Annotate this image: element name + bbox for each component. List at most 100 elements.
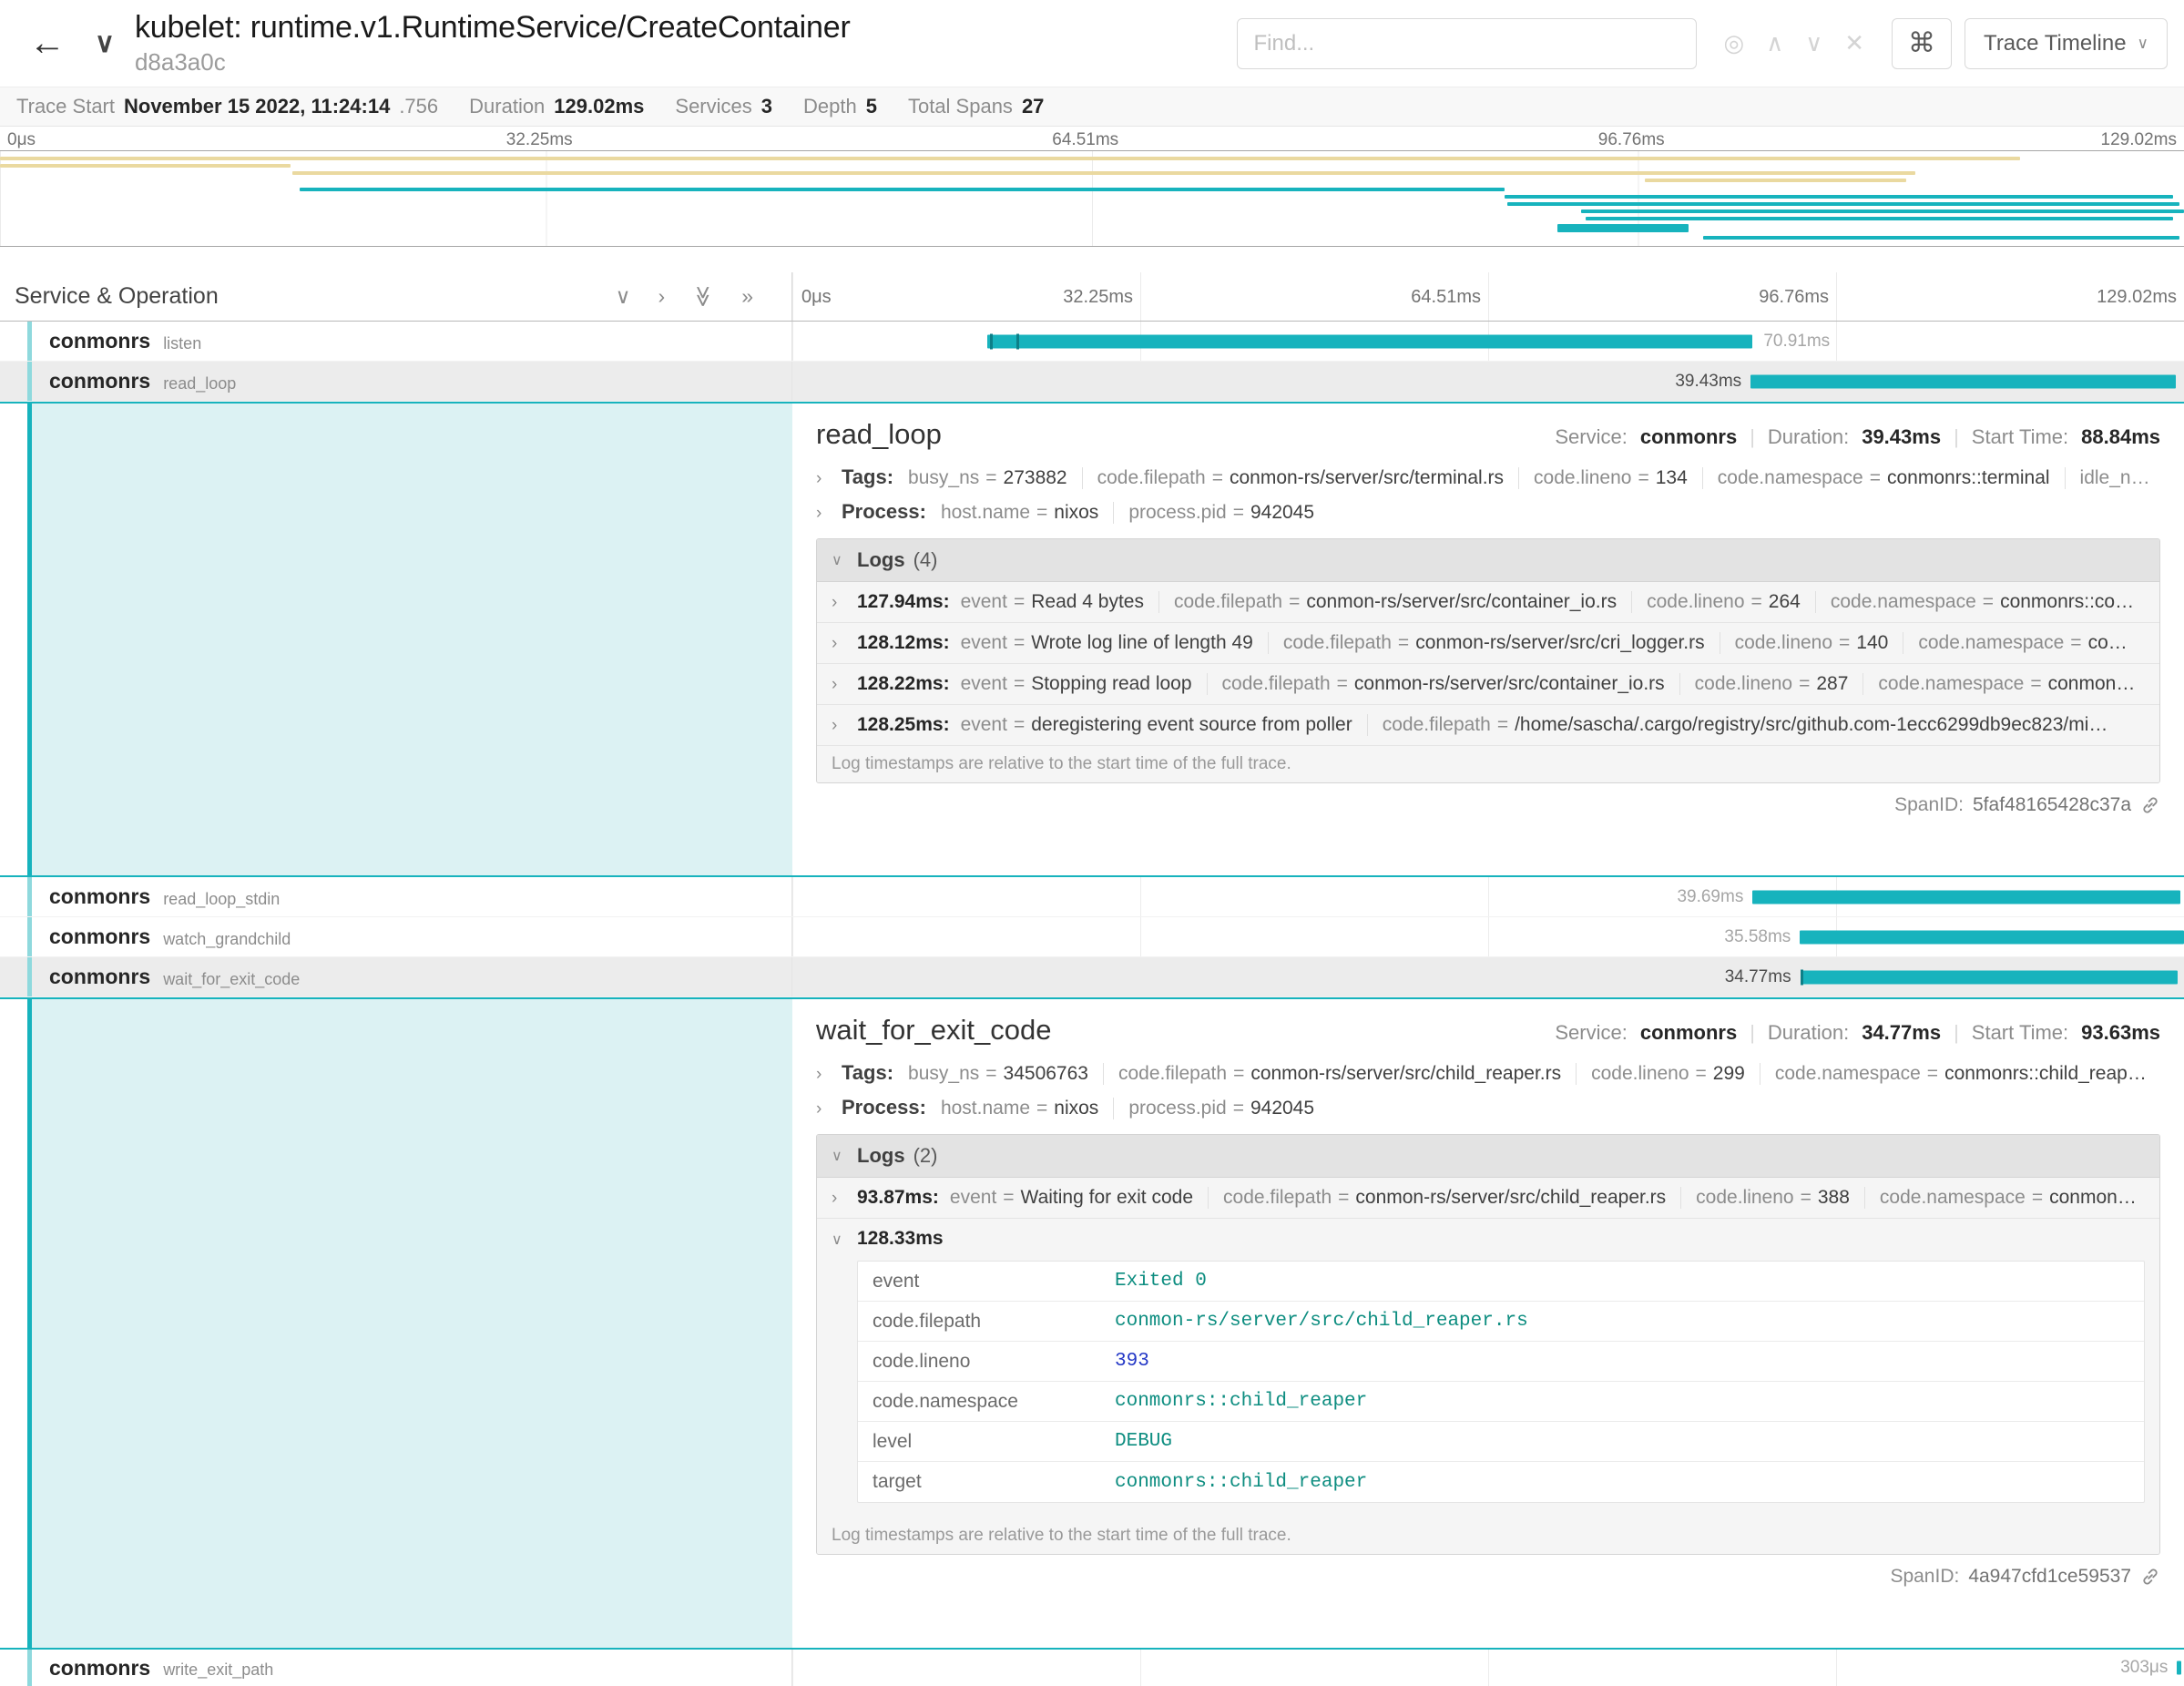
focus-icon[interactable]: ◎	[1715, 29, 1754, 57]
prev-result-icon[interactable]: ∧	[1757, 29, 1792, 57]
copy-link-button[interactable]	[2140, 795, 2160, 815]
minimap-tick-labels: 0μs 32.25ms 64.51ms 96.76ms 129.02ms	[0, 127, 2184, 150]
summary-label: Trace Start	[16, 95, 115, 118]
log-entry-expanded[interactable]: ∨ 128.33ms	[817, 1219, 2159, 1259]
span-detail-meta: Service: conmonrs | Duration: 34.77ms | …	[1555, 1021, 2160, 1045]
log-entry[interactable]: › 93.87ms: event=Waiting for exit codeco…	[817, 1178, 2159, 1219]
kv-pill: code.lineno=287	[1679, 673, 1863, 695]
logs-count: (2)	[913, 1144, 938, 1168]
log-fields: event=deregistering event source from po…	[961, 714, 2123, 736]
span-bar[interactable]	[1752, 890, 2180, 904]
link-icon	[2140, 1567, 2160, 1587]
find-nav-icons: ◎ ∧ ∨ ✕	[1715, 29, 1874, 57]
collapse-all-icon[interactable]: ≫	[691, 285, 716, 307]
tags-row[interactable]: › Tags: busy_ns=273882code.filepath=conm…	[816, 465, 2160, 489]
collapse-one-icon[interactable]: ∨	[616, 284, 631, 309]
span-duration-label: 70.91ms	[1763, 332, 1830, 352]
service-label: Service:	[1555, 1021, 1627, 1045]
find-input[interactable]	[1237, 18, 1697, 69]
span-bar-notch	[1801, 969, 1803, 985]
span-timeline-cell: 303μs	[792, 1650, 2184, 1686]
span-row-write-exit-path[interactable]: conmonrs write_exit_path 303μs	[0, 1650, 2184, 1686]
log-entry[interactable]: › 127.94ms: event=Read 4 bytescode.filep…	[817, 582, 2159, 623]
duration-label: Duration:	[1768, 1021, 1849, 1045]
logs-header[interactable]: ∨ Logs (2)	[817, 1135, 2159, 1178]
start-time-label: Start Time:	[1972, 425, 2068, 449]
span-bar[interactable]	[987, 334, 1752, 348]
trace-timeline-page: ← ∨ kubelet: runtime.v1.RuntimeService/C…	[0, 0, 2184, 1686]
expand-collapse-controls: ∨ › ≫ »	[616, 284, 777, 309]
minimap-canvas[interactable]	[0, 150, 2184, 247]
span-bar-notch	[1016, 333, 1019, 349]
span-row-watch-grandchild[interactable]: conmonrs watch_grandchild 35.58ms	[0, 917, 2184, 957]
minimap-tick: 32.25ms	[506, 130, 573, 150]
span-operation: listen	[163, 334, 201, 353]
span-name-cell: conmonrs write_exit_path	[0, 1650, 792, 1686]
span-name-cell: conmonrs read_loop	[0, 362, 792, 401]
span-bar[interactable]	[1750, 374, 2176, 388]
back-button[interactable]: ←	[16, 23, 78, 64]
clear-search-icon[interactable]: ✕	[1835, 29, 1873, 57]
chevron-right-icon: ›	[832, 716, 857, 736]
span-timeline-cell: 35.58ms	[792, 917, 2184, 956]
span-row-wait-for-exit-code[interactable]: conmonrs wait_for_exit_code 34.77ms	[0, 957, 2184, 997]
span-service: conmonrs	[49, 369, 150, 393]
process-row[interactable]: › Process: host.name=nixosprocess.pid=94…	[816, 500, 2160, 524]
service-value: conmonrs	[1640, 425, 1737, 449]
trace-title: kubelet: runtime.v1.RuntimeService/Creat…	[135, 10, 851, 46]
duration-label: Duration:	[1768, 425, 1849, 449]
span-detail-read-loop: read_loop Service: conmonrs | Duration: …	[0, 402, 2184, 877]
log-timestamp: 128.33ms	[857, 1228, 944, 1250]
span-name-cell: conmonrs watch_grandchild	[0, 917, 792, 956]
service-operation-header: Service & Operation ∨ › ≫ »	[0, 272, 792, 321]
kv-pill: code.filepath=conmon-rs/server/src/child…	[1208, 1187, 1680, 1209]
summary-label: Total Spans	[908, 95, 1013, 118]
span-bar[interactable]	[1802, 970, 2178, 984]
span-detail-header: wait_for_exit_code Service: conmonrs | D…	[816, 1014, 2160, 1047]
top-bar: ← ∨ kubelet: runtime.v1.RuntimeService/C…	[0, 0, 2184, 87]
summary-suffix: .756	[399, 95, 438, 118]
minimap-span-bar	[1507, 202, 2180, 206]
process-row[interactable]: › Process: host.name=nixosprocess.pid=94…	[816, 1096, 2160, 1119]
summary-trace-start: Trace Start November 15 2022, 11:24:14.7…	[16, 95, 438, 118]
copy-link-button[interactable]	[2140, 1567, 2160, 1587]
span-timeline-cell: 34.77ms	[792, 957, 2184, 996]
kv-pill: code.filepath=conmon-rs/server/src/child…	[1103, 1063, 1576, 1085]
kv-pill: code.filepath=/home/sascha/.cargo/regist…	[1367, 714, 2123, 736]
chevron-right-icon: ›	[816, 504, 842, 524]
span-service: conmonrs	[49, 925, 150, 949]
start-time-label: Start Time:	[1972, 1021, 2068, 1045]
tags-row[interactable]: › Tags: busy_ns=34506763code.filepath=co…	[816, 1061, 2160, 1085]
next-result-icon[interactable]: ∨	[1796, 29, 1832, 57]
chevron-down-icon: ∨	[832, 551, 857, 569]
log-entry[interactable]: › 128.22ms: event=Stopping read loopcode…	[817, 664, 2159, 705]
trace-title-block: kubelet: runtime.v1.RuntimeService/Creat…	[135, 10, 851, 77]
log-fields-table: eventExited 0code.filepathconmon-rs/serv…	[857, 1261, 2145, 1503]
expand-all-icon[interactable]: »	[741, 284, 753, 309]
trace-minimap: 0μs 32.25ms 64.51ms 96.76ms 129.02ms	[0, 127, 2184, 247]
span-duration-label: 303μs	[2120, 1658, 2168, 1678]
trace-header-collapse-toggle[interactable]: ∨	[87, 27, 122, 59]
span-row-read-loop-stdin[interactable]: conmonrs read_loop_stdin 39.69ms	[0, 877, 2184, 917]
kv-pill: event=Stopping read loop	[961, 673, 1207, 695]
view-selector-button[interactable]: Trace Timeline ∨	[1965, 18, 2168, 69]
log-field-row: levelDEBUG	[858, 1422, 2144, 1462]
keyboard-shortcuts-button[interactable]: ⌘	[1892, 18, 1952, 69]
logs-header[interactable]: ∨ Logs (4)	[817, 539, 2159, 582]
span-row-listen[interactable]: conmonrs listen 70.91ms	[0, 322, 2184, 362]
span-row-read-loop[interactable]: conmonrs read_loop 39.43ms	[0, 362, 2184, 402]
meta-separator: |	[1954, 425, 1959, 449]
span-bar-notch	[990, 333, 993, 349]
log-fields: event=Stopping read loopcode.filepath=co…	[961, 673, 2145, 695]
log-entry[interactable]: › 128.25ms: event=deregistering event so…	[817, 705, 2159, 746]
service-operation-title: Service & Operation	[15, 283, 219, 310]
span-bar[interactable]	[2177, 1661, 2181, 1675]
span-bar[interactable]	[1800, 930, 2183, 944]
span-timeline-cell: 39.43ms	[792, 362, 2184, 401]
logs-label: Logs	[857, 548, 905, 572]
service-value: conmonrs	[1640, 1021, 1737, 1045]
span-operation: wait_for_exit_code	[163, 970, 300, 989]
log-entry[interactable]: › 128.12ms: event=Wrote log line of leng…	[817, 623, 2159, 664]
expand-one-icon[interactable]: ›	[658, 284, 665, 309]
minimap-span-bar	[1703, 236, 2179, 240]
